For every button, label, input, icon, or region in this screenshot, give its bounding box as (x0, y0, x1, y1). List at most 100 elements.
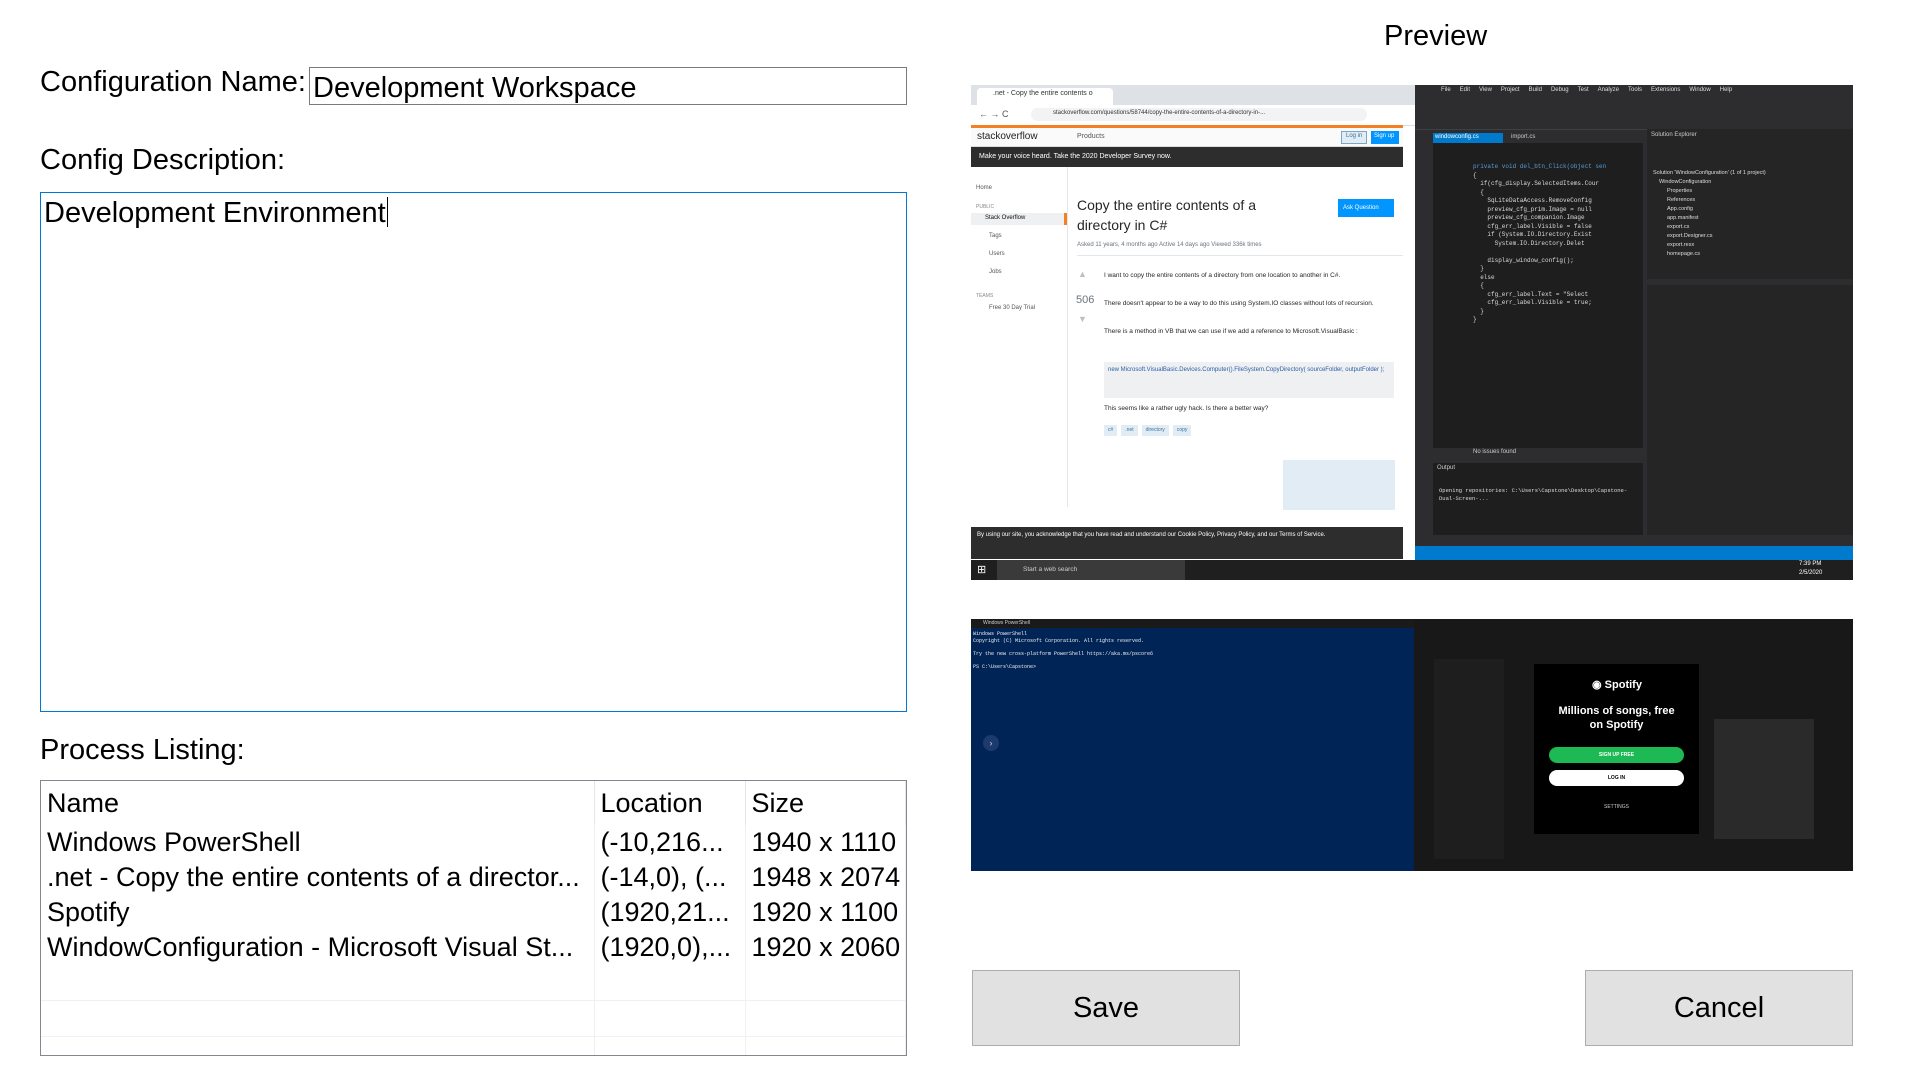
vs-code-line (1473, 248, 1606, 257)
vs-code-line: System.IO.Directory.Delet (1473, 239, 1585, 247)
column-header-location[interactable]: Location (594, 781, 746, 825)
vs-menu-item: Project (1500, 87, 1520, 93)
vs-status-text: No issues found (1473, 449, 1517, 455)
spotify-settings-link: SETTINGS (1603, 804, 1629, 810)
nav-arrows-icon: ← → C (979, 109, 1009, 119)
text-caret (386, 197, 388, 227)
vs-code-line: else (1473, 273, 1495, 281)
process-size: 1920 x 1100 (745, 895, 906, 930)
so-divider (1077, 255, 1403, 256)
so-nav-item: Users (989, 251, 1005, 257)
vs-code-line: } (1473, 307, 1484, 315)
vs-code-line: } (1473, 265, 1484, 272)
vs-window: File Edit View Project Build Debug Test … (1415, 85, 1853, 560)
vs-solution-item: homepage.cs (1667, 251, 1701, 257)
vs-menu-item: Test (1577, 87, 1589, 93)
config-name-input[interactable]: Development Workspace (309, 67, 907, 105)
vs-output-title: Output (1437, 465, 1456, 471)
vs-solution-item: Properties (1667, 188, 1693, 194)
vs-code-line: { (1473, 171, 1477, 179)
vs-menu-item: Extensions (1651, 87, 1681, 93)
vs-code-line: cfg_err_label.Text = "Select (1473, 290, 1589, 298)
process-listview[interactable]: Name Location Size Windows PowerShell (-… (40, 780, 907, 1056)
process-row[interactable]: Spotify (1920,21... 1920 x 1100 (41, 895, 906, 930)
taskbar-search-text: Start a web search (1023, 566, 1078, 573)
windows-start-icon: ⊞ (977, 564, 987, 576)
downvote-icon: ▼ (1078, 314, 1087, 324)
so-code-block: new Microsoft.VisualBasic.Devices.Comput… (1104, 362, 1394, 398)
vs-solution-item: export.Designer.cs (1667, 233, 1713, 239)
so-nav-item: Tags (989, 233, 1002, 239)
preview-companion-image[interactable]: Windows PowerShell Windows PowerShell Cop… (971, 619, 1853, 871)
empty-row (41, 1000, 906, 1037)
vs-menu-item: Tools (1628, 87, 1643, 93)
so-logo: stackoverflow (977, 131, 1038, 142)
process-row[interactable]: .net - Copy the entire contents of a dir… (41, 860, 906, 895)
powershell-line: Copyright (C) Microsoft Corporation. All… (973, 637, 1145, 644)
powershell-line: Try the new cross-platform PowerShell ht… (973, 650, 1154, 657)
vs-code-line: SqLiteDataAccess.RemoveConfig (1473, 197, 1592, 204)
vs-code-line: if (System.IO.Directory.Exist (1473, 231, 1592, 238)
vs-menu-item: File (1441, 87, 1451, 93)
so-tag: .net (1121, 425, 1138, 436)
vs-solution-item: WindowConfiguration (1659, 179, 1712, 185)
so-body-2: There doesn't appear to be a way to do t… (1104, 300, 1374, 307)
vs-menu-item: Help (1719, 87, 1733, 93)
spotify-signup-button: SIGN UP FREE (1549, 747, 1684, 763)
so-tag-list: c# .net directory copy (1104, 425, 1192, 436)
process-location: (-14,0), (... (594, 860, 746, 895)
vs-solution-item: Solution 'WindowConfiguration' (1 of 1 p… (1653, 170, 1766, 176)
browser-tab-title: .net - Copy the entire contents o (993, 90, 1093, 97)
vs-properties-panel (1647, 285, 1853, 535)
vs-solution-item: App.config (1667, 206, 1693, 212)
so-nav-item: Stack Overflow (985, 215, 1026, 221)
spotify-icon: ◉ (1592, 679, 1602, 691)
config-description-label: Config Description: (40, 144, 285, 176)
powershell-line: PS C:\Users\Capstone> (973, 663, 1037, 670)
so-header: stackoverflow Products Log in Sign up (971, 125, 1403, 147)
so-tag: directory (1141, 425, 1169, 436)
column-header-name[interactable]: Name (41, 781, 595, 825)
process-size: 1920 x 2060 (745, 930, 906, 965)
so-vote-count: 506 (1076, 294, 1095, 306)
vs-solution-item: export.cs (1667, 224, 1690, 230)
address-url: stackoverflow.com/questions/58744/copy-t… (1053, 110, 1266, 116)
save-button[interactable]: Save (972, 970, 1240, 1046)
so-tag: copy (1172, 425, 1192, 436)
taskbar: ⊞ Start a web search 7:39 PM 2/5/2020 (971, 560, 1853, 580)
preview-primary-image[interactable]: .net - Copy the entire contents o ← → C … (971, 85, 1853, 580)
vs-tab-label: import.cs (1511, 134, 1536, 140)
process-location: (-10,216... (594, 825, 746, 860)
process-name: Spotify (41, 895, 595, 930)
vs-output-text: Opening repositories: C:\Users\Capstone\… (1439, 487, 1628, 502)
cancel-button[interactable]: Cancel (1585, 970, 1853, 1046)
vs-code-line: { (1473, 282, 1484, 289)
column-header-size[interactable]: Size (745, 781, 906, 825)
config-description-text: Development Environment (44, 197, 386, 229)
empty-row (41, 965, 906, 1001)
so-question-meta: Asked 11 years, 4 months ago Active 14 d… (1077, 242, 1262, 248)
so-body-1: I want to copy the entire contents of a … (1104, 272, 1341, 279)
vs-code-line: { (1473, 188, 1484, 196)
vs-code-line: preview_cfg_companion.Image (1473, 214, 1585, 221)
vs-menu-item: Build (1528, 87, 1542, 93)
vs-solution-tree: Solution 'WindowConfiguration' (1 of 1 p… (1653, 169, 1766, 259)
so-tag: c# (1104, 425, 1118, 436)
chevron-right-icon: › (983, 735, 999, 751)
vs-code-text: private void del_btn_Click(object sen{ i… (1473, 163, 1606, 325)
so-body-3: There is a method in VB that we can use … (1104, 328, 1358, 335)
empty-row (41, 1036, 906, 1055)
process-row[interactable]: Windows PowerShell (-10,216... 1940 x 11… (41, 825, 906, 860)
process-row[interactable]: WindowConfiguration - Microsoft Visual S… (41, 930, 906, 965)
vs-code-line: cfg_err_label.Visible = false (1473, 222, 1592, 230)
vs-code-line: cfg_err_label.Visible = true; (1473, 299, 1592, 306)
taskbar-date: 2/5/2020 (1799, 570, 1823, 576)
vs-code-line: if(cfg_display.SelectedItems.Cour (1473, 180, 1600, 187)
spotify-brand: Spotify (1604, 679, 1642, 691)
process-listing-label: Process Listing: (40, 734, 245, 766)
config-description-input[interactable]: Development Environment (40, 192, 907, 712)
vs-code-line: private void del_btn_Click(object sen (1473, 163, 1607, 170)
powershell-titlebar (971, 619, 1414, 628)
vs-solution-item: app.manifest (1667, 215, 1699, 221)
spotify-background-art (1714, 719, 1814, 839)
